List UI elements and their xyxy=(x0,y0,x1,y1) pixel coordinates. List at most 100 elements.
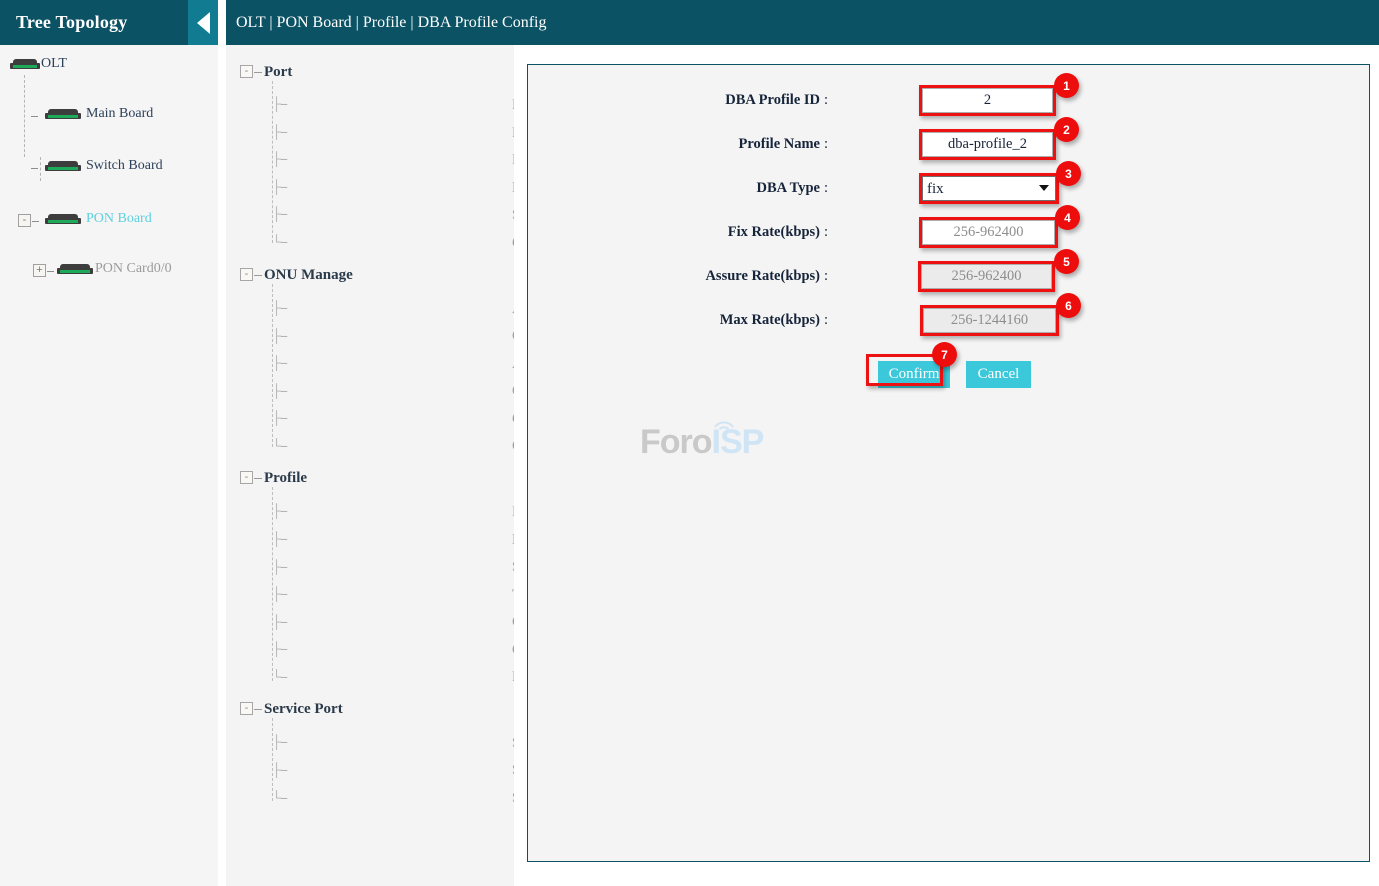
foroisp-watermark: ForoISP xyxy=(640,423,764,462)
field-box xyxy=(922,132,1053,157)
field-box xyxy=(922,88,1053,113)
dba-profile-config-panel: ForoISP DBA Profile ID : 1 xyxy=(527,64,1370,862)
tree-expand-toggle[interactable]: + xyxy=(33,264,46,277)
menu-item-connector: ├-- xyxy=(272,734,288,749)
top-header-bar: OLT | PON Board | Profile | DBA Profile … xyxy=(226,0,1379,45)
field-colon: : xyxy=(823,312,828,328)
tree-connector xyxy=(47,271,54,272)
tree-item-pon-card[interactable]: + PON Card0/0 xyxy=(0,258,218,284)
cancel-button[interactable]: Cancel xyxy=(966,361,1031,388)
menu-group-title: ONU Manage xyxy=(264,267,353,283)
menu-item-connector: ├-- xyxy=(272,503,288,518)
form-row-dba-type: DBA Type : fix 3 xyxy=(528,161,1369,204)
tree-item-pon-board[interactable]: - PON Board xyxy=(0,208,218,234)
menu-group-toggle[interactable]: - xyxy=(240,268,253,281)
board-icon xyxy=(45,214,81,227)
form-row-profile-name: Profile Name : 2 xyxy=(528,117,1369,160)
menu-group-toggle[interactable]: - xyxy=(240,65,253,78)
menu-item-connector: ├-- xyxy=(272,641,288,656)
field-colon: : xyxy=(823,136,828,152)
menu-item-connector: ├-- xyxy=(272,355,288,370)
field-box xyxy=(923,308,1056,333)
field-label: DBA Profile ID xyxy=(725,92,820,108)
menu-item-connector: └-- xyxy=(272,438,288,453)
form-action-row: Confirm Cancel 7 xyxy=(528,342,1369,393)
menu-item-connector: ├-- xyxy=(272,559,288,574)
menu-item-connector: ├-- xyxy=(272,531,288,546)
tree-connector xyxy=(31,116,38,117)
menu-group-toggle[interactable]: - xyxy=(240,471,253,484)
tree-item-label: PON Card0/0 xyxy=(95,261,172,276)
fix-rate-input[interactable] xyxy=(922,220,1055,245)
field-colon: : xyxy=(823,180,828,196)
tree-item-olt[interactable]: OLT xyxy=(0,51,218,77)
menu-group-connector xyxy=(254,275,262,276)
max-rate-input[interactable] xyxy=(923,308,1056,333)
form-row-max-rate: Max Rate(kbps) : 6 xyxy=(528,293,1369,336)
tree-item-switch-board[interactable]: Switch Board xyxy=(0,155,218,181)
dba-profile-form: ForoISP DBA Profile ID : 1 xyxy=(528,65,1369,861)
menu-item-connector: ├-- xyxy=(272,300,288,315)
sidebar-collapse-button[interactable] xyxy=(188,0,218,45)
form-row-assure-rate: Assure Rate(kbps) : 5 xyxy=(528,249,1369,292)
tree-item-label: PON Board xyxy=(86,211,152,226)
field-box xyxy=(922,220,1055,245)
board-icon xyxy=(10,59,40,72)
navigation-menu-panel: - Port ├-- Port Info ├-- Port Config ├--… xyxy=(226,45,676,886)
dba-type-select[interactable]: fix xyxy=(922,176,1056,201)
menu-group-connector xyxy=(254,709,262,710)
field-label: Max Rate(kbps) xyxy=(719,312,820,328)
field-colon: : xyxy=(823,224,828,240)
sidebar-title: Tree Topology xyxy=(16,12,128,32)
assure-rate-input[interactable] xyxy=(921,264,1052,289)
menu-item-connector: ├-- xyxy=(272,96,288,111)
tree-connector xyxy=(31,168,38,169)
field-colon: : xyxy=(823,92,828,108)
menu-item-connector: ├-- xyxy=(272,328,288,343)
tree-item-label: Main Board xyxy=(86,106,154,121)
form-row-dba-profile-id: DBA Profile ID : 1 xyxy=(528,73,1369,116)
menu-group-line xyxy=(272,718,273,801)
menu-item-connector: └-- xyxy=(272,790,288,805)
tree-item-main-board[interactable]: Main Board xyxy=(0,103,218,129)
profile-name-input[interactable] xyxy=(922,132,1053,157)
tree-item-label: OLT xyxy=(41,56,67,71)
triangle-left-icon xyxy=(196,11,210,34)
board-icon xyxy=(45,109,81,122)
annotation-badge-7: 7 xyxy=(932,342,957,367)
menu-item-connector: ├-- xyxy=(272,762,288,777)
field-label: Fix Rate(kbps) xyxy=(727,224,820,240)
topology-tree: OLT Main Board Switch Board - PON Board … xyxy=(0,45,218,277)
field-label: Profile Name xyxy=(738,136,820,152)
menu-item-connector: ├-- xyxy=(272,206,288,221)
menu-group-connector xyxy=(254,72,262,73)
menu-item-connector: ├-- xyxy=(272,124,288,139)
tree-item-label: Switch Board xyxy=(86,158,163,173)
dba-profile-id-input[interactable] xyxy=(922,88,1053,113)
tree-collapse-toggle[interactable]: - xyxy=(18,214,31,227)
tree-connector xyxy=(32,221,39,222)
menu-item-connector: ├-- xyxy=(272,151,288,166)
tree-topology-sidebar: Tree Topology OLT Main Board Switch Boar… xyxy=(0,0,218,886)
menu-item-connector: ├-- xyxy=(272,586,288,601)
field-label: DBA Type xyxy=(756,180,820,196)
field-box: fix xyxy=(922,176,1056,201)
menu-item-connector: └-- xyxy=(272,234,288,249)
annotation-badge-3: 3 xyxy=(1056,161,1081,186)
annotation-badge-1: 1 xyxy=(1054,73,1079,98)
board-icon xyxy=(45,161,81,174)
annotation-badge-6: 6 xyxy=(1056,293,1081,318)
menu-group-toggle[interactable]: - xyxy=(240,702,253,715)
field-box xyxy=(921,264,1052,289)
content-area: ForoISP DBA Profile ID : 1 xyxy=(514,45,1379,886)
menu-item-connector: ├-- xyxy=(272,179,288,194)
breadcrumb: OLT | PON Board | Profile | DBA Profile … xyxy=(236,13,547,31)
menu-item-connector: ├-- xyxy=(272,383,288,398)
annotation-badge-2: 2 xyxy=(1054,117,1079,142)
annotation-badge-4: 4 xyxy=(1055,205,1080,230)
antenna-signal-icon xyxy=(714,421,734,430)
application-window: Tree Topology OLT Main Board Switch Boar… xyxy=(0,0,1379,886)
sidebar-header: Tree Topology xyxy=(0,0,218,45)
watermark-text-primary: Foro xyxy=(640,423,713,461)
board-icon xyxy=(57,264,93,277)
